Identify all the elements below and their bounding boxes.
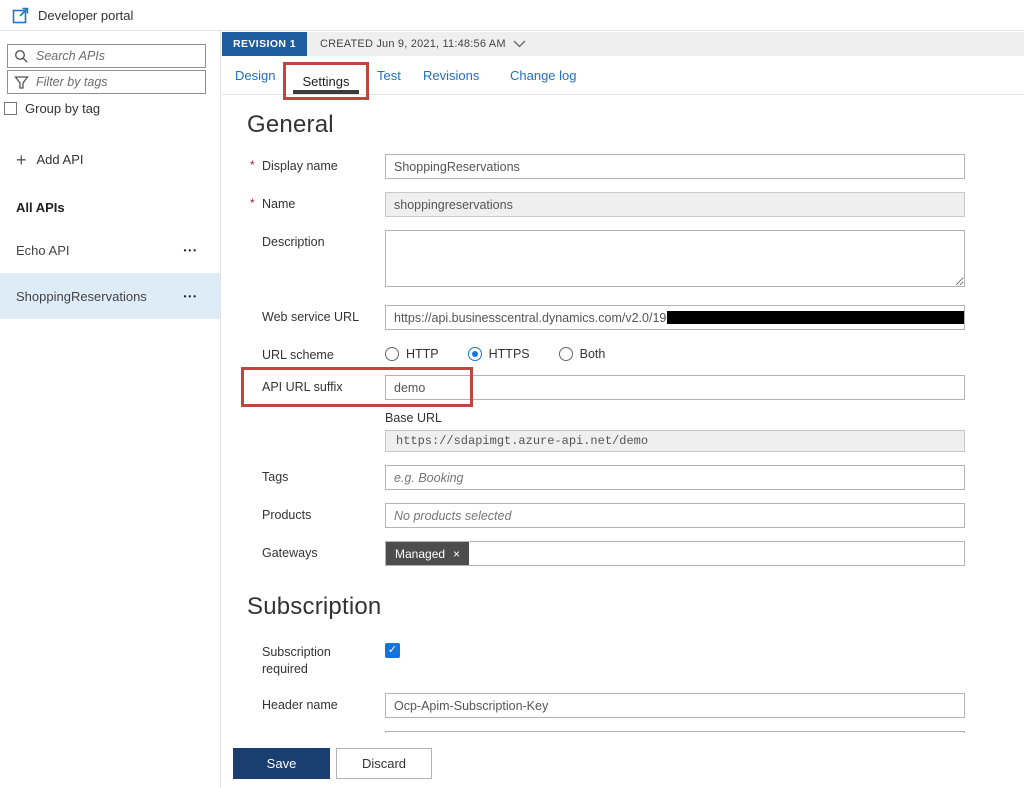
display-name-label: Display name — [262, 159, 338, 173]
name-label: Name — [262, 197, 295, 211]
subscription-required-checkbox[interactable]: ✓ — [385, 643, 400, 658]
products-label: Products — [247, 503, 385, 528]
add-api-label: Add API — [37, 152, 84, 167]
filter-by-tags-box[interactable] — [7, 70, 206, 94]
developer-portal-link[interactable]: Developer portal — [0, 0, 1024, 31]
gateways-label: Gateways — [247, 541, 385, 566]
header-name-label: Header name — [247, 693, 385, 718]
api-url-suffix-label: API URL suffix — [247, 375, 385, 400]
revision-created-label: CREATED Jun 9, 2021, 11:48:56 AM — [320, 38, 506, 50]
subscription-required-label: Subscription required — [247, 639, 385, 678]
discard-button[interactable]: Discard — [336, 748, 432, 779]
tab-bar: Design Settings Test Revisions Change lo… — [222, 56, 1024, 95]
display-name-label-row: * Display name — [247, 154, 385, 179]
plus-icon: + — [16, 153, 27, 167]
radio-both-label: Both — [580, 347, 606, 361]
display-name-input[interactable] — [385, 154, 965, 179]
api-url-suffix-input[interactable] — [385, 375, 965, 400]
sidebar-item-shoppingreservations[interactable]: ShoppingReservations ••• — [0, 273, 220, 319]
web-service-url-label: Web service URL — [247, 305, 385, 330]
sidebar-item-echo-api[interactable]: Echo API ••• — [0, 227, 220, 273]
tags-input[interactable] — [385, 465, 965, 490]
search-apis-box[interactable] — [7, 44, 206, 68]
active-tab-underline — [293, 90, 359, 94]
api-list: Echo API ••• ShoppingReservations ••• — [0, 227, 220, 319]
web-service-url-input[interactable]: https://api.businesscentral.dynamics.com… — [385, 305, 965, 330]
subscription-heading: Subscription — [247, 593, 1024, 621]
settings-form: General * Display name * Name — [222, 95, 1024, 756]
search-icon — [14, 49, 29, 64]
tab-design[interactable]: Design — [235, 56, 275, 95]
radio-http-label: HTTP — [406, 347, 439, 361]
required-marker: * — [250, 196, 255, 210]
revision-badge: REVISION 1 — [222, 32, 307, 56]
radio-https[interactable]: HTTPS — [468, 347, 530, 361]
tab-settings[interactable]: Settings — [303, 74, 350, 89]
gateway-chip-label: Managed — [395, 547, 445, 561]
api-name: ShoppingReservations — [16, 289, 147, 304]
radio-http[interactable]: HTTP — [385, 347, 439, 361]
settings-annotation-box: Settings — [283, 62, 369, 100]
radio-selected-icon[interactable] — [468, 347, 482, 361]
products-input[interactable] — [385, 503, 965, 528]
tab-change-log[interactable]: Change log — [510, 56, 577, 95]
tab-revisions[interactable]: Revisions — [423, 56, 479, 95]
filter-icon — [14, 75, 29, 90]
api-sidebar: Group by tag + Add API All APIs Echo API… — [0, 31, 221, 788]
chevron-down-icon[interactable] — [513, 40, 526, 48]
radio-https-label: HTTPS — [489, 347, 530, 361]
base-url-label: Base URL — [385, 411, 965, 425]
redaction-bar — [667, 311, 965, 324]
all-apis-heading: All APIs — [16, 200, 220, 215]
context-menu-icon[interactable]: ••• — [184, 246, 198, 255]
radio-icon[interactable] — [385, 347, 399, 361]
required-marker: * — [250, 158, 255, 172]
radio-icon[interactable] — [559, 347, 573, 361]
add-api-button[interactable]: + Add API — [16, 152, 220, 167]
search-apis-input[interactable] — [36, 49, 199, 63]
tags-label: Tags — [247, 465, 385, 490]
gateway-chip-managed: Managed × — [386, 542, 469, 565]
save-button[interactable]: Save — [233, 748, 330, 779]
url-scheme-label: URL scheme — [247, 343, 385, 375]
name-input — [385, 192, 965, 217]
description-textarea[interactable] — [385, 230, 965, 287]
group-by-tag-checkbox[interactable] — [4, 102, 17, 115]
header-name-input[interactable] — [385, 693, 965, 718]
description-label: Description — [247, 230, 385, 292]
main-panel: REVISION 1 CREATED Jun 9, 2021, 11:48:56… — [222, 31, 1024, 788]
api-name: Echo API — [16, 243, 69, 258]
chip-remove-icon[interactable]: × — [453, 547, 460, 561]
radio-both[interactable]: Both — [559, 347, 606, 361]
revision-bar: REVISION 1 CREATED Jun 9, 2021, 11:48:56… — [222, 32, 1024, 56]
web-service-url-prefix: https://api.businesscentral.dynamics.com… — [394, 311, 666, 325]
general-heading: General — [247, 111, 1024, 139]
filter-by-tags-input[interactable] — [36, 75, 199, 89]
base-url-value: https://sdapimgt.azure-api.net/demo — [385, 430, 965, 452]
group-by-tag-label: Group by tag — [25, 101, 100, 116]
url-scheme-radio-group: HTTP HTTPS Both — [385, 343, 965, 361]
tab-test[interactable]: Test — [377, 56, 401, 95]
gateways-input[interactable]: Managed × — [385, 541, 965, 566]
check-icon: ✓ — [388, 644, 397, 656]
base-url-block: Base URL https://sdapimgt.azure-api.net/… — [385, 411, 965, 452]
context-menu-icon[interactable]: ••• — [184, 292, 198, 301]
external-link-icon — [12, 7, 29, 24]
action-bar: Save Discard — [222, 733, 1024, 788]
name-label-row: * Name — [247, 192, 385, 217]
developer-portal-label: Developer portal — [38, 8, 133, 23]
